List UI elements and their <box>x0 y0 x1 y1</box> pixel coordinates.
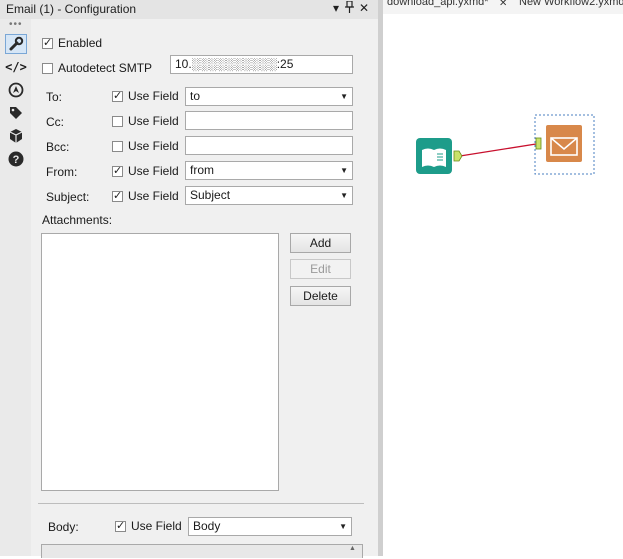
workflow-tabs: download_api.yxmd* ✕ New Workflow2.yxmd <box>383 0 623 14</box>
from-field-value: from <box>190 163 214 177</box>
subject-field-value: Subject <box>190 188 231 202</box>
to-use-field-checkbox[interactable] <box>112 89 123 102</box>
subject-field-select[interactable]: Subject ▼ <box>185 186 353 205</box>
dropdown-arrow-icon[interactable]: ▾ <box>333 1 339 15</box>
body-use-field-label: Use Field <box>131 519 182 533</box>
chevron-down-icon: ▼ <box>339 522 347 531</box>
output-anchor <box>453 150 463 162</box>
from-use-field-checkbox[interactable] <box>112 164 123 177</box>
from-label: From: <box>46 165 78 179</box>
enabled-checkbox[interactable] <box>42 36 53 49</box>
cube-icon[interactable] <box>5 126 27 146</box>
smtp-server-input[interactable]: 10.░░░░░░░░░░:25 <box>170 55 353 74</box>
input-anchor <box>535 137 542 150</box>
panel-titlebar: Email (1) - Configuration ▾ ✕ <box>0 0 378 19</box>
from-use-field-label: Use Field <box>128 164 179 178</box>
body-field-value: Body <box>193 519 221 533</box>
delete-button[interactable]: Delete <box>290 286 351 306</box>
scroll-up-icon[interactable]: ▲ <box>349 545 356 552</box>
autodetect-smtp-label: Autodetect SMTP <box>58 61 153 75</box>
chevron-down-icon: ▼ <box>340 166 348 175</box>
to-label: To: <box>46 90 63 104</box>
tab-close-icon[interactable]: ✕ <box>499 0 507 9</box>
body-field-select[interactable]: Body ▼ <box>188 517 352 536</box>
subject-use-field-label: Use Field <box>128 189 179 203</box>
wrench-icon[interactable] <box>5 34 27 54</box>
connection-line <box>459 143 537 157</box>
code-icon[interactable]: </> <box>5 57 27 77</box>
cc-use-field-label: Use Field <box>128 114 179 128</box>
bcc-use-field-checkbox[interactable] <box>112 141 123 152</box>
help-icon[interactable]: ? <box>5 149 27 169</box>
attachments-label: Attachments: <box>42 213 113 227</box>
subject-label: Subject: <box>46 190 90 204</box>
bcc-label: Bcc: <box>46 140 70 154</box>
bcc-use-field-label: Use Field <box>128 139 179 153</box>
tab-download-api[interactable]: download_api.yxmd* <box>387 0 489 8</box>
panel-title: Email (1) - Configuration <box>6 2 137 16</box>
workflow-canvas[interactable] <box>383 14 623 556</box>
attachments-list[interactable] <box>41 233 279 491</box>
close-icon[interactable]: ✕ <box>359 1 369 15</box>
canvas-drawing <box>416 114 595 175</box>
input-tool-icon[interactable] <box>416 138 452 174</box>
from-field-select[interactable]: from ▼ <box>185 161 353 180</box>
to-field-select[interactable]: to ▼ <box>185 87 353 106</box>
chevron-down-icon: ▼ <box>340 191 348 200</box>
cc-use-field-checkbox[interactable] <box>112 116 123 127</box>
pin-icon[interactable] <box>345 0 354 16</box>
cc-label: Cc: <box>46 115 64 129</box>
chevron-down-icon: ▼ <box>340 92 348 101</box>
to-field-value: to <box>190 89 201 103</box>
to-use-field-label: Use Field <box>128 89 179 103</box>
svg-text:?: ? <box>13 154 20 166</box>
bcc-input[interactable] <box>185 136 353 155</box>
body-use-field-checkbox[interactable] <box>115 519 126 532</box>
body-label: Body: <box>48 520 79 534</box>
tool-icon-bar: ••• </> ? <box>0 19 31 556</box>
add-button[interactable]: Add <box>290 233 351 253</box>
edit-button[interactable]: Edit <box>290 259 351 279</box>
subject-use-field-checkbox[interactable] <box>112 189 123 202</box>
divider <box>38 503 364 504</box>
grip-dots: ••• <box>9 19 23 30</box>
cc-input[interactable] <box>185 111 353 130</box>
tag-icon[interactable] <box>5 103 27 123</box>
autodetect-smtp-checkbox[interactable] <box>42 63 53 74</box>
email-tool-icon[interactable] <box>546 125 582 162</box>
configuration-panel: Email (1) - Configuration ▾ ✕ ••• </> ? … <box>0 0 378 558</box>
enabled-label: Enabled <box>58 36 103 50</box>
tab-new-workflow[interactable]: New Workflow2.yxmd <box>519 0 623 8</box>
navigate-icon[interactable] <box>5 80 27 100</box>
